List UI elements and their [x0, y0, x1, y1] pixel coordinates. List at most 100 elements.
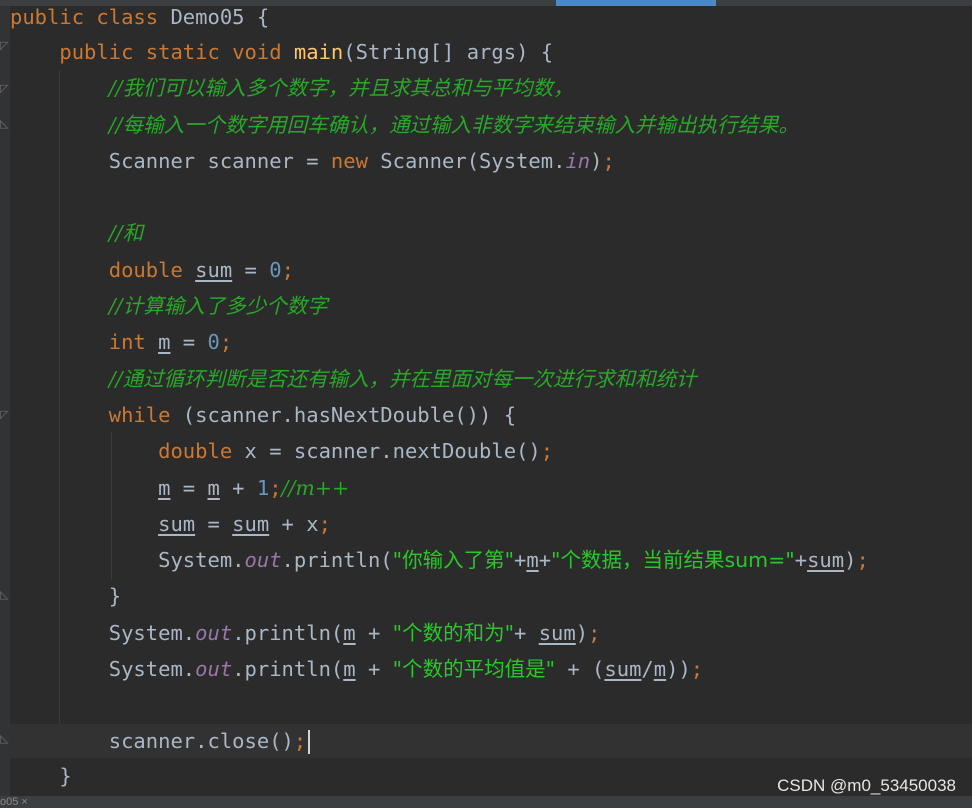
static-field: out — [244, 548, 282, 572]
variable: sum — [195, 258, 233, 282]
keyword: public — [59, 40, 134, 64]
comment: //通过循环判断是否还有输入，并在里面对每一次进行求和和统计 — [108, 367, 697, 391]
static-field: in — [565, 149, 591, 173]
string-literal: "你输入了第" — [392, 548, 514, 572]
fold-icon[interactable]: ◸ — [0, 40, 8, 52]
fold-icon[interactable]: ◸ — [0, 409, 8, 421]
code-line-closing-brace[interactable]: } — [10, 578, 121, 614]
code-text: Scanner(System. — [367, 149, 566, 173]
watermark: CSDN @m0_53450038 — [777, 776, 956, 795]
variable: sum — [158, 512, 196, 536]
code-line-comment[interactable]: //每输入一个数字用回车确认，通过输入非数字来结束输入并输出执行结果。 — [10, 107, 799, 143]
fold-icon[interactable]: ◺ — [0, 589, 8, 601]
code-line-m-increment[interactable]: m = m + 1;//m++ — [10, 470, 349, 506]
code-text: + x — [269, 512, 319, 536]
code-text: ) — [575, 621, 589, 645]
code-line-closing-brace[interactable]: } — [10, 758, 72, 794]
code-text: + — [355, 657, 393, 681]
variable: sum — [604, 657, 642, 681]
code-text: .println( — [281, 548, 393, 572]
comment: //和 — [108, 221, 144, 245]
code-text: ) — [844, 548, 857, 572]
editor-tab-strip[interactable] — [0, 0, 972, 6]
code-line-println-average[interactable]: System.out.println(m + "个数的平均值是" + (sum/… — [10, 651, 703, 687]
code-text: / — [641, 657, 654, 681]
semicolon: ; — [588, 621, 601, 645]
semicolon: ; — [540, 439, 554, 463]
code-text: + — [514, 621, 539, 645]
code-line-while-loop[interactable]: while (scanner.hasNextDouble()) { — [10, 397, 516, 433]
string-literal: "个数的和为" — [392, 621, 515, 645]
code-text: + — [514, 548, 527, 572]
semicolon: ; — [281, 258, 294, 282]
code-line-sum-declaration[interactable]: double sum = 0; — [10, 252, 294, 288]
number-literal: 1 — [256, 476, 270, 500]
code-line-sum-accumulate[interactable]: sum = sum + x; — [10, 506, 331, 542]
keyword: class — [96, 5, 159, 29]
code-line-m-declaration[interactable]: int m = 0; — [10, 324, 232, 360]
code-text: ) — [590, 149, 603, 173]
code-line-main-method[interactable]: public static void main(String[] args) { — [10, 34, 553, 70]
active-tab-indicator — [556, 0, 716, 6]
code-line-scanner-close[interactable]: scanner.close(); — [10, 723, 311, 759]
bottom-tab-label[interactable]: o05 × — [0, 796, 28, 808]
code-line-comment[interactable]: //我们可以输入多个数字，并且求其总和与平均数， — [10, 70, 574, 106]
code-text: + ( — [555, 657, 605, 681]
code-text: = — [170, 476, 208, 500]
brace: { — [244, 5, 270, 29]
text-caret — [308, 730, 311, 754]
code-line-comment[interactable]: //通过循环判断是否还有输入，并在里面对每一次进行求和和统计 — [10, 361, 697, 397]
code-line-println-sum[interactable]: System.out.println(m + "个数的和为"+ sum); — [10, 615, 601, 651]
variable: m — [158, 330, 171, 354]
number-literal: 0 — [207, 330, 220, 354]
code-line-comment[interactable]: //计算输入了多少个数字 — [10, 288, 328, 324]
code-text: (scanner.hasNextDouble()) { — [170, 403, 517, 427]
keyword: double — [108, 258, 183, 282]
code-line-x-declaration[interactable]: double x = scanner.nextDouble(); — [10, 433, 553, 469]
variable: m — [653, 657, 667, 681]
brace: } — [59, 764, 72, 788]
fold-icon[interactable]: ◸ — [0, 83, 8, 95]
code-text: )) — [666, 657, 691, 681]
code-text: .println( — [232, 621, 344, 645]
code-text: System. — [108, 657, 196, 681]
code-text: + — [538, 548, 552, 572]
variable: sum — [538, 621, 576, 645]
string-literal: "个数的平均值是" — [392, 657, 556, 681]
code-text: = — [170, 330, 208, 354]
keyword: int — [108, 330, 146, 354]
code-text: scanner.close() — [108, 729, 294, 753]
variable: m — [526, 548, 539, 572]
keyword: public — [10, 5, 85, 29]
code-text: System. — [108, 621, 196, 645]
keyword: void — [232, 40, 282, 64]
code-editor[interactable]: ◸ ◸ ◺ ◸ ◺ ◺ public class Demo05 { public… — [0, 0, 972, 808]
keyword: new — [330, 149, 368, 173]
variable: sum — [807, 548, 845, 572]
code-text: = — [195, 512, 233, 536]
code-text: + — [794, 548, 808, 572]
method-name: main — [293, 40, 344, 64]
variable: m — [343, 621, 356, 645]
code-text: + — [355, 621, 393, 645]
brace: } — [108, 584, 122, 608]
static-field: out — [195, 621, 233, 645]
keyword: while — [108, 403, 171, 427]
code-line-println-progress[interactable]: System.out.println("你输入了第"+m+"个数据，当前结果su… — [10, 542, 869, 578]
fold-icon[interactable]: ◺ — [0, 118, 8, 130]
code-line-scanner-init[interactable]: Scanner scanner = new Scanner(System.in)… — [10, 143, 615, 179]
variable: m — [207, 476, 220, 500]
keyword: double — [158, 439, 233, 463]
fold-icon[interactable]: ◺ — [0, 733, 8, 745]
semicolon: ; — [219, 330, 233, 354]
variable: m — [343, 657, 356, 681]
semicolon: ; — [690, 657, 704, 681]
code-line-comment[interactable]: //和 — [10, 215, 143, 251]
static-field: out — [195, 657, 233, 681]
code-text: .println( — [232, 657, 344, 681]
comment: //每输入一个数字用回车确认，通过输入非数字来结束输入并输出执行结果。 — [108, 113, 800, 137]
semicolon: ; — [293, 729, 307, 753]
code-text: + — [219, 476, 257, 500]
